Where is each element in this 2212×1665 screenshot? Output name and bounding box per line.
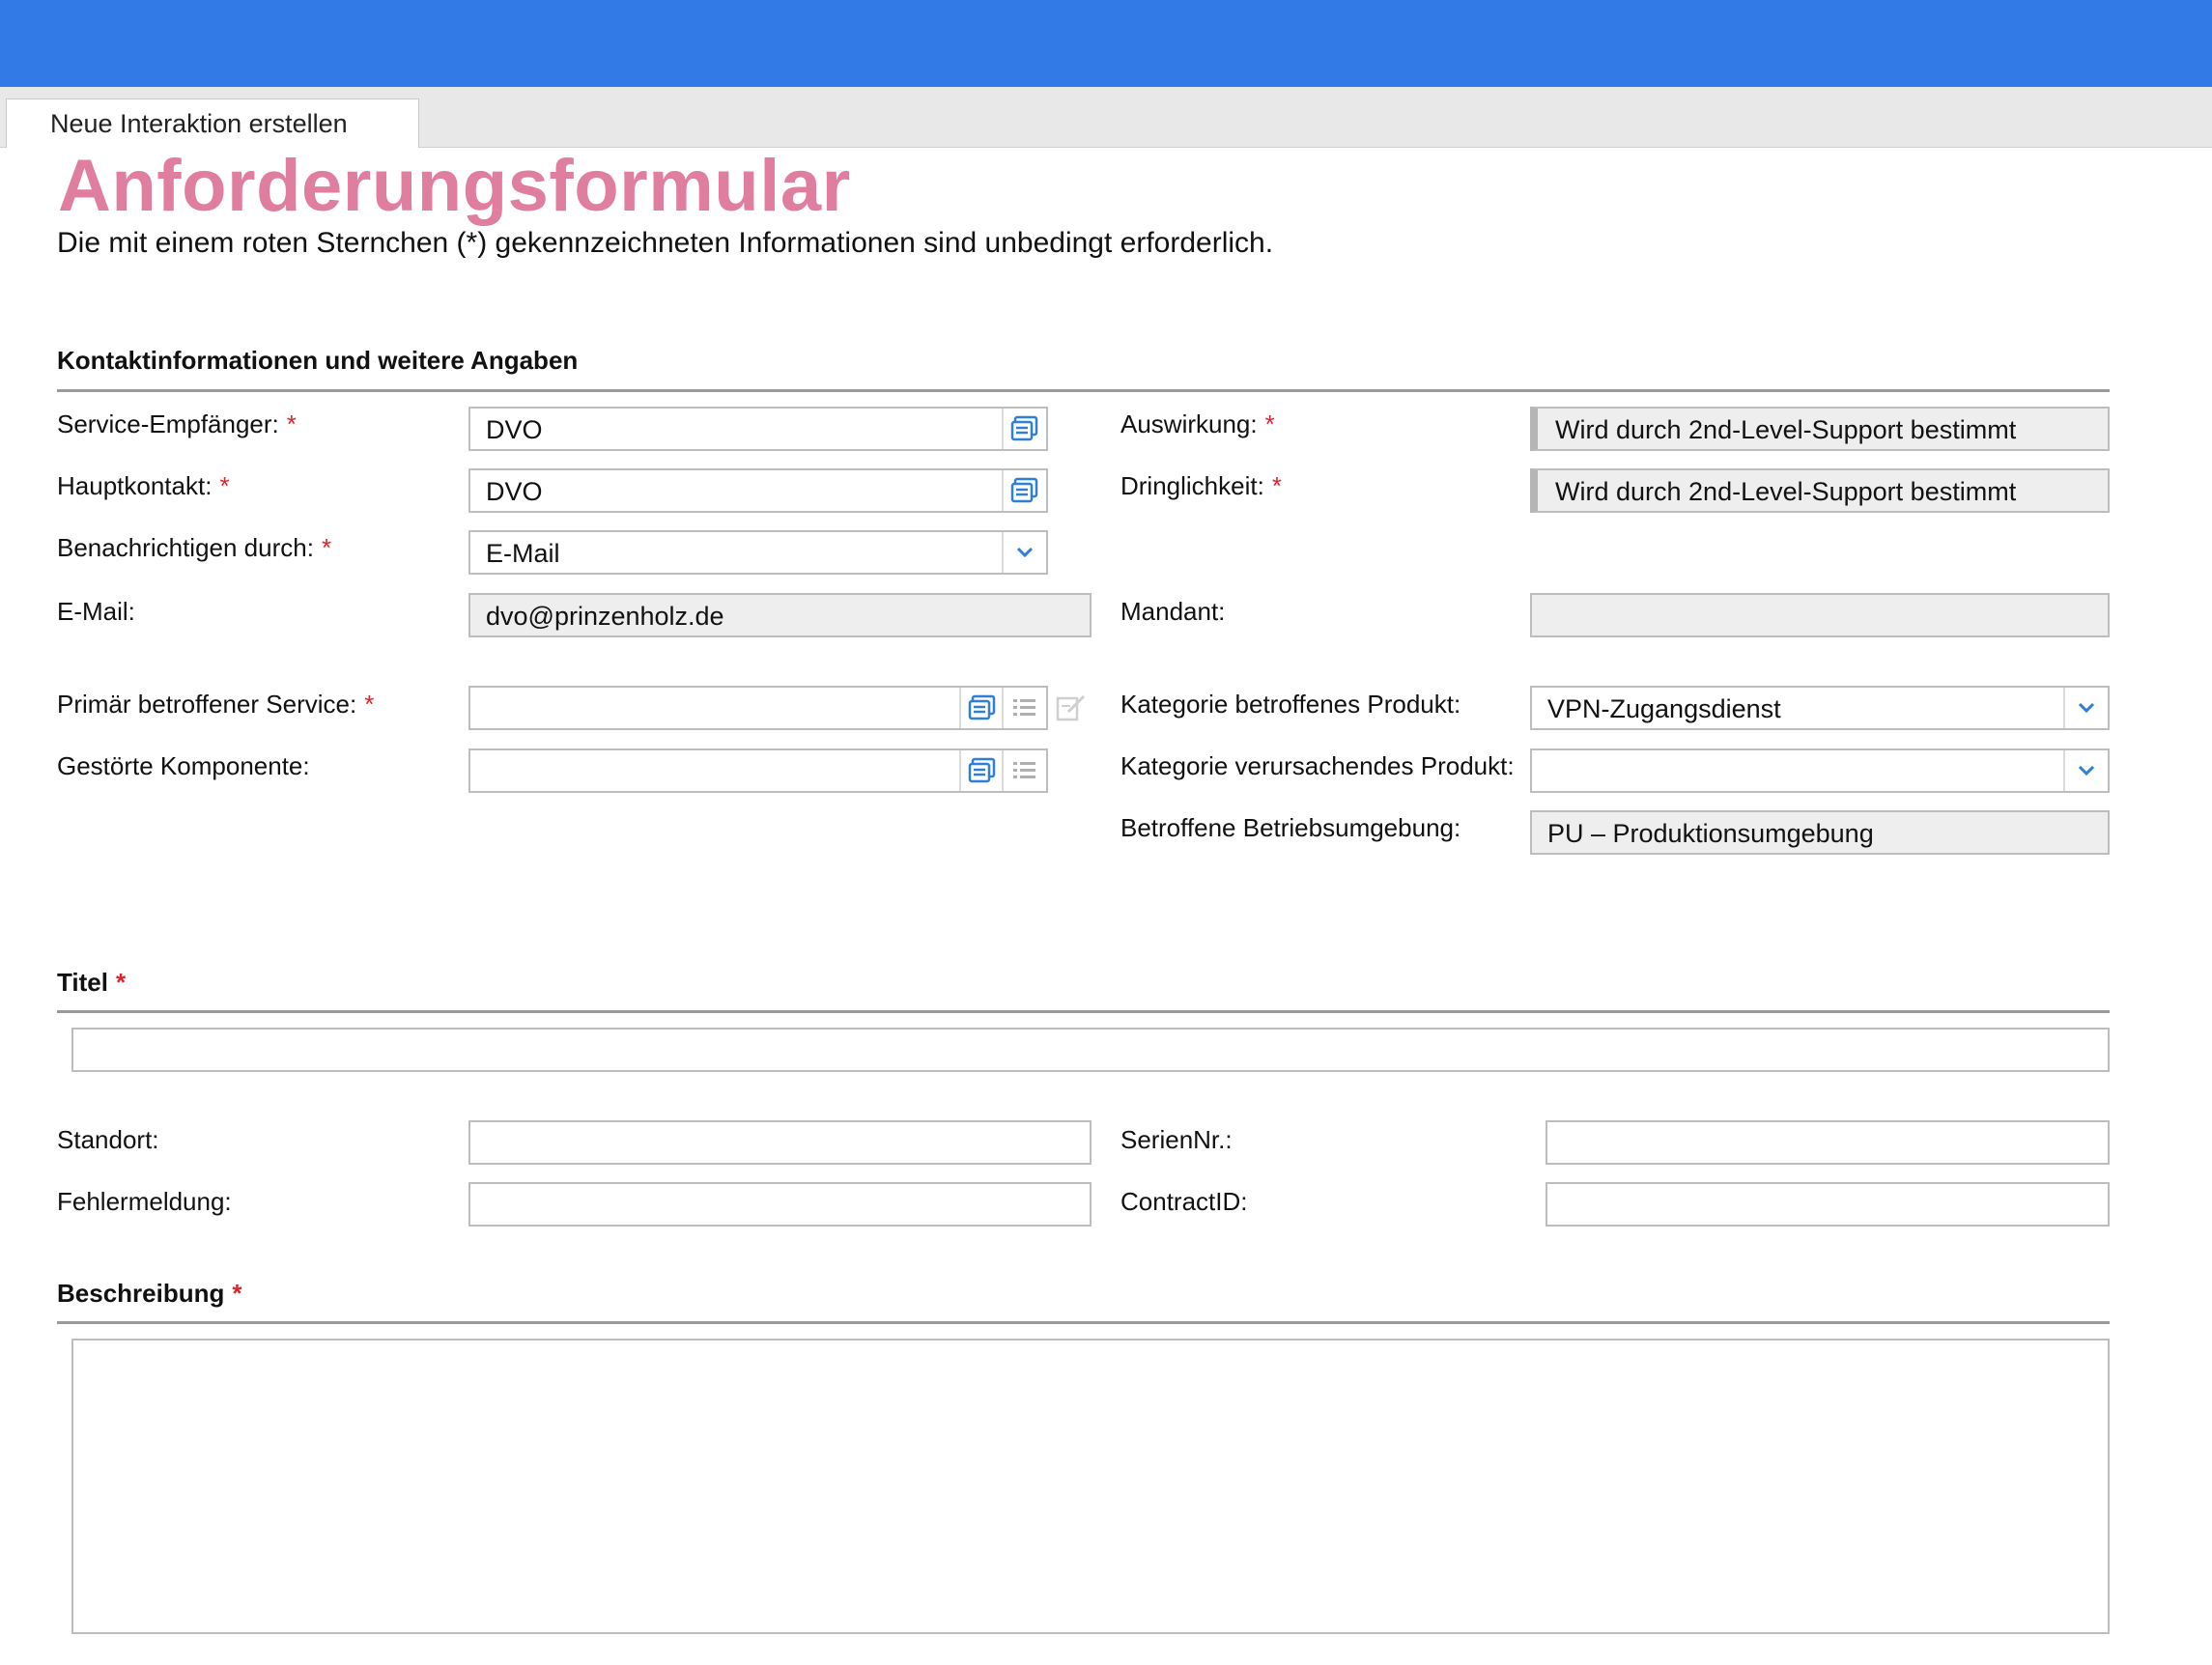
description-section-divider (57, 1321, 2110, 1324)
primary-service-field[interactable] (468, 686, 1048, 730)
main-contact-label: Hauptkontakt: * (57, 471, 230, 500)
impact-label: Auswirkung: * (1120, 409, 1275, 438)
contract-id-input[interactable] (1546, 1182, 2110, 1227)
lookup-icon[interactable] (959, 688, 1004, 728)
required-marker: * (115, 968, 127, 997)
email-field: dvo@prinzenholz.de (468, 593, 1092, 637)
impact-value: Wird durch 2nd-Level-Support bestimmt (1555, 415, 2017, 444)
causing-product-category-label: Kategorie verursachendes Produkt: (1120, 751, 1515, 780)
description-section-heading: Beschreibung * (57, 1279, 242, 1308)
affected-product-category-select[interactable]: VPN-Zugangsdienst (1530, 686, 2110, 730)
urgency-label: Dringlichkeit: * (1120, 471, 1282, 500)
list-icon[interactable] (1002, 750, 1046, 791)
title-input[interactable] (71, 1028, 2110, 1072)
faulty-component-label: Gestörte Komponente: (57, 751, 310, 780)
tenant-label: Mandant: (1120, 597, 1226, 626)
lookup-icon[interactable] (1002, 470, 1046, 511)
chevron-down-icon[interactable] (2063, 750, 2108, 791)
notify-by-value: E-Mail (486, 539, 560, 568)
serial-no-label: SerienNr.: (1120, 1125, 1233, 1154)
lookup-icon[interactable] (959, 750, 1004, 791)
required-marker: * (364, 690, 375, 719)
lookup-icon[interactable] (1002, 409, 1046, 449)
chevron-down-icon[interactable] (1002, 532, 1046, 573)
location-label: Standort: (57, 1125, 159, 1154)
tenant-field (1530, 593, 2110, 637)
list-icon[interactable] (1002, 688, 1046, 728)
service-recipient-field[interactable]: DVO (468, 407, 1048, 451)
page-title: Anforderungsformular (58, 145, 851, 227)
required-marker: * (321, 533, 332, 562)
impact-field: Wird durch 2nd-Level-Support bestimmt (1530, 407, 2110, 451)
service-recipient-value: DVO (486, 415, 543, 444)
error-message-label: Fehlermeldung: (57, 1187, 232, 1216)
tab-strip: Neue Interaktion erstellen (0, 87, 2212, 148)
main-contact-field[interactable]: DVO (468, 468, 1048, 513)
required-marker: * (232, 1279, 242, 1308)
email-label: E-Mail: (57, 597, 135, 626)
top-bar (0, 0, 2212, 87)
error-message-input[interactable] (468, 1182, 1092, 1227)
required-marker: * (286, 409, 297, 438)
chevron-down-icon[interactable] (2063, 688, 2108, 728)
page-subtitle: Die mit einem roten Sternchen (*) gekenn… (57, 227, 1274, 259)
location-input[interactable] (468, 1120, 1092, 1165)
environment-value: PU – Produktionsumgebung (1547, 819, 1874, 848)
description-textarea[interactable] (71, 1339, 2110, 1634)
urgency-field: Wird durch 2nd-Level-Support bestimmt (1530, 468, 2110, 513)
email-value: dvo@prinzenholz.de (486, 602, 724, 631)
contract-id-label: ContractID: (1120, 1187, 1248, 1216)
affected-product-category-label: Kategorie betroffenes Produkt: (1120, 690, 1461, 719)
required-marker: * (1264, 409, 1275, 438)
title-section-divider (57, 1010, 2110, 1013)
serial-no-input[interactable] (1546, 1120, 2110, 1165)
environment-label: Betroffene Betriebsumgebung: (1120, 813, 1461, 842)
required-marker: * (219, 471, 230, 500)
contact-section-heading: Kontaktinformationen und weitere Angaben (57, 346, 579, 375)
notify-by-label: Benachrichtigen durch: * (57, 533, 332, 562)
environment-field: PU – Produktionsumgebung (1530, 810, 2110, 855)
notify-by-select[interactable]: E-Mail (468, 530, 1048, 575)
required-marker: * (1271, 471, 1282, 500)
edit-icon[interactable] (1052, 688, 1091, 728)
urgency-value: Wird durch 2nd-Level-Support bestimmt (1555, 477, 2017, 506)
affected-product-category-value: VPN-Zugangsdienst (1547, 694, 1781, 723)
primary-service-label: Primär betroffener Service: * (57, 690, 375, 719)
service-recipient-label: Service-Empfänger: * (57, 409, 297, 438)
tab-new-interaction[interactable]: Neue Interaktion erstellen (6, 99, 419, 148)
title-section-heading: Titel * (57, 968, 127, 997)
main-contact-value: DVO (486, 477, 543, 506)
contact-section-divider (57, 389, 2110, 392)
faulty-component-field[interactable] (468, 748, 1048, 793)
causing-product-category-select[interactable] (1530, 748, 2110, 793)
